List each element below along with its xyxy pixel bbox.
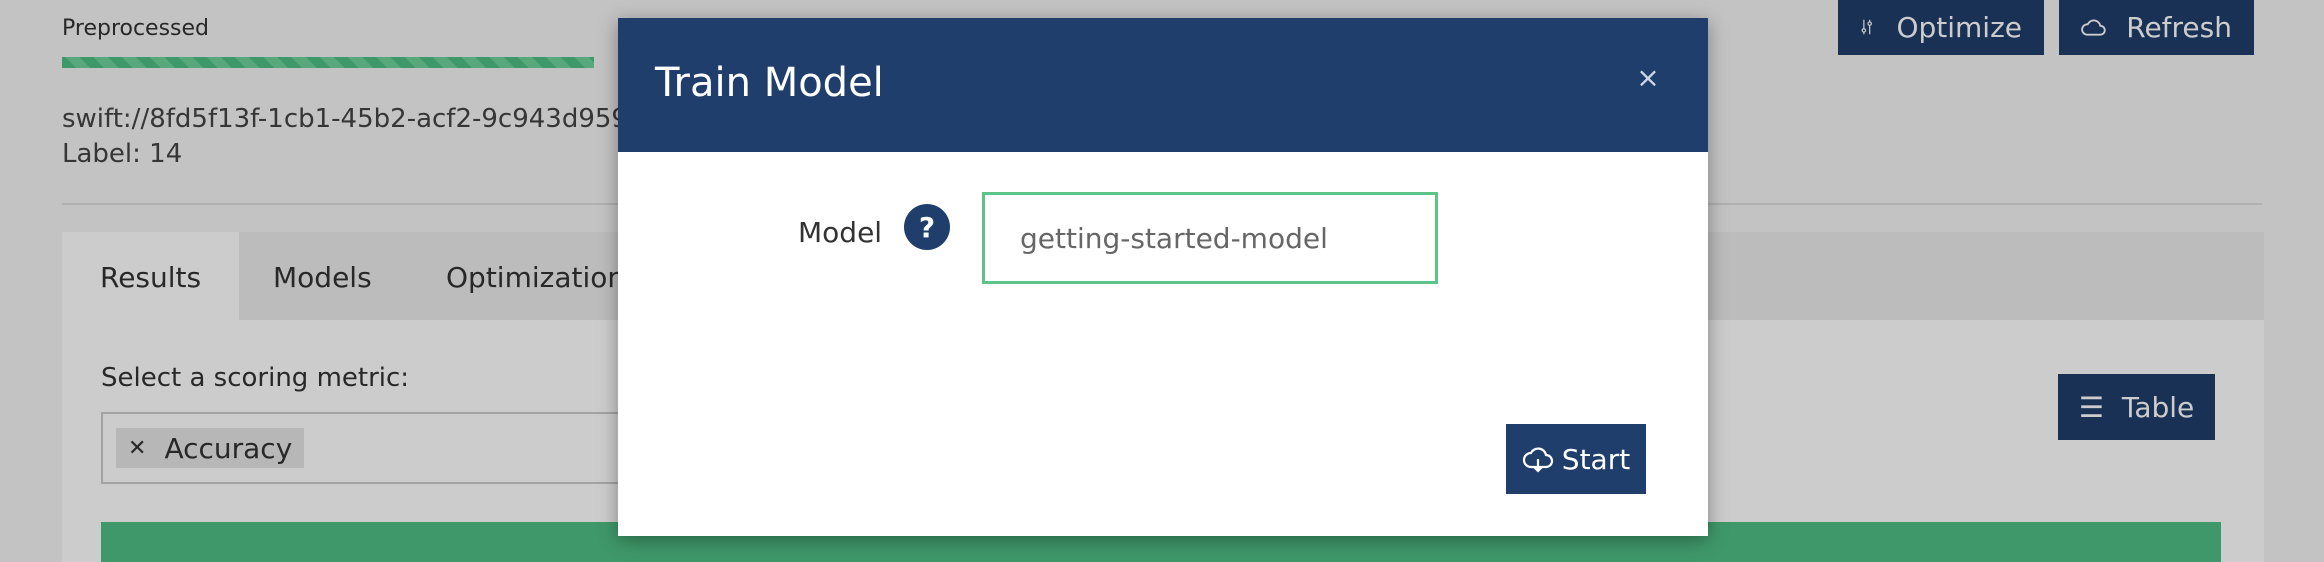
modal-header: Train Model ×: [618, 18, 1708, 152]
train-model-modal: Train Model × Model ? Start: [618, 18, 1708, 536]
help-icon[interactable]: ?: [904, 204, 950, 250]
model-name-input[interactable]: [982, 192, 1438, 284]
model-field-label: Model: [798, 216, 883, 249]
start-button[interactable]: Start: [1506, 424, 1646, 494]
cloud-upload-icon: [1522, 447, 1553, 473]
modal-title: Train Model: [655, 60, 884, 106]
close-icon[interactable]: ×: [1628, 58, 1668, 98]
start-label: Start: [1561, 442, 1631, 476]
